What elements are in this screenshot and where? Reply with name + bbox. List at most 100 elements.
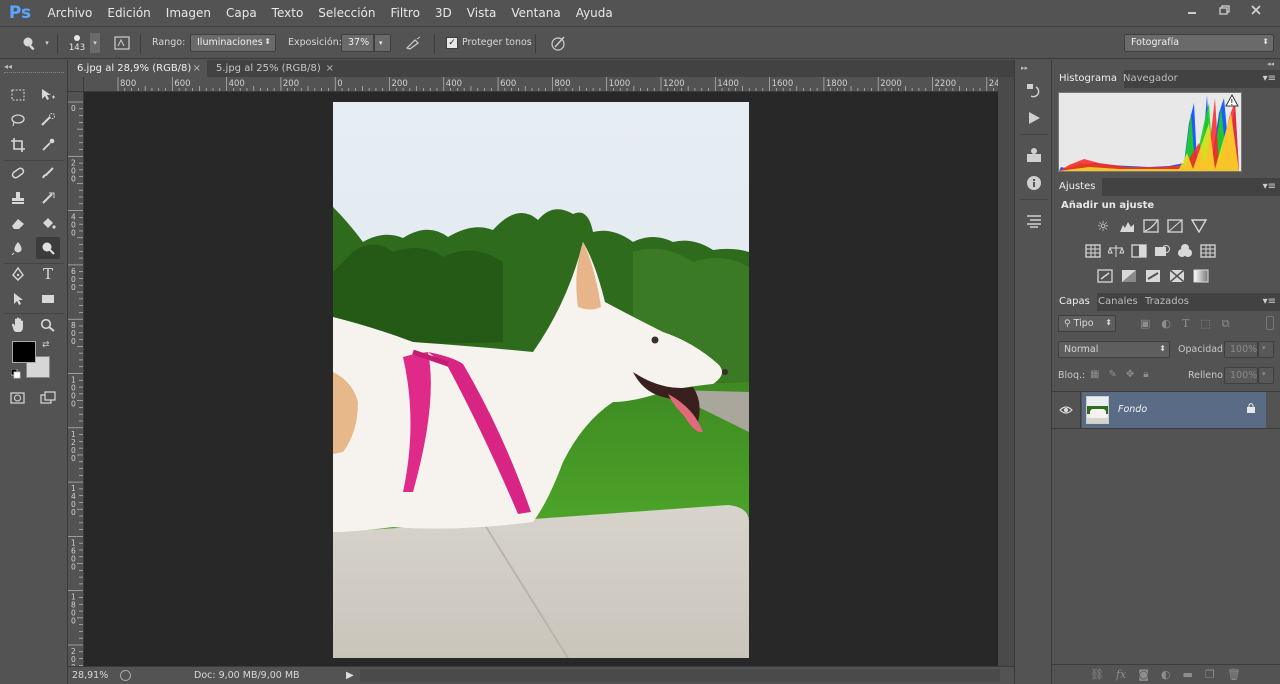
threshold-icon[interactable]	[1145, 269, 1161, 286]
restore-button[interactable]	[1208, 0, 1240, 20]
close-button[interactable]	[1240, 0, 1272, 20]
collapse-panels-icon[interactable]: ◂◂	[1267, 60, 1274, 68]
panel-menu-icon[interactable]: ▾≡	[1263, 181, 1276, 192]
menu-filtro[interactable]: Filtro	[383, 0, 427, 26]
lock-all-icon[interactable]: 🔒︎	[1143, 369, 1148, 380]
lasso-tool-icon[interactable]	[6, 109, 30, 131]
new-adjustment-layer-icon[interactable]: ◐	[1161, 668, 1171, 681]
vertical-scrollbar[interactable]	[998, 77, 1014, 666]
canvas-area[interactable]	[84, 92, 998, 666]
blend-mode-select[interactable]: Normal ⬍	[1058, 341, 1170, 358]
warning-triangle-icon[interactable]: !	[1225, 93, 1239, 107]
lock-transparent-icon[interactable]: ▦	[1090, 369, 1099, 380]
path-selection-tool-icon[interactable]	[6, 288, 30, 310]
curves-icon[interactable]	[1143, 219, 1159, 236]
workspace-select[interactable]: Fotografía ⬍	[1124, 34, 1274, 52]
menu-capa[interactable]: Capa	[218, 0, 264, 26]
brightness-contrast-icon[interactable]: ☼	[1095, 219, 1111, 235]
dodge-tool-icon[interactable]	[36, 237, 60, 259]
photo-filter-icon[interactable]	[1154, 244, 1170, 261]
color-lookup-icon[interactable]	[1200, 244, 1216, 261]
default-colors-icon[interactable]	[10, 368, 21, 382]
black-white-icon[interactable]	[1131, 244, 1147, 261]
blur-tool-icon[interactable]	[6, 237, 30, 259]
hue-saturation-icon[interactable]	[1085, 244, 1101, 261]
crop-tool-icon[interactable]	[6, 134, 30, 156]
delete-layer-icon[interactable]: 🗑︎	[1227, 668, 1241, 681]
gradient-map-icon[interactable]	[1193, 269, 1209, 286]
eraser-tool-icon[interactable]	[6, 212, 30, 234]
fill-slider-toggle[interactable]: ▾	[1258, 367, 1274, 384]
quick-selection-tool-icon[interactable]	[36, 109, 60, 131]
actions-panel-icon[interactable]	[1024, 109, 1044, 127]
levels-icon[interactable]	[1119, 219, 1135, 236]
layer-style-icon[interactable]: fx	[1116, 668, 1126, 681]
channel-mixer-icon[interactable]	[1177, 244, 1193, 261]
brush-dropdown-icon[interactable]: ▾	[90, 33, 100, 53]
tab-ajustes[interactable]: Ajustes	[1052, 178, 1103, 196]
photo-dog-image[interactable]	[333, 102, 749, 658]
add-mask-icon[interactable]: ◙	[1138, 668, 1149, 681]
history-panel-icon[interactable]	[1024, 82, 1044, 100]
menu-ayuda[interactable]: Ayuda	[568, 0, 620, 26]
filter-smart-object-icon[interactable]: ⧉	[1222, 317, 1230, 331]
tab-canales[interactable]: Canales	[1091, 293, 1145, 311]
menu-seleccion[interactable]: Selección	[311, 0, 383, 26]
eye-icon[interactable]	[1052, 392, 1081, 428]
color-balance-icon[interactable]	[1107, 244, 1125, 261]
brush-size-picker[interactable]: 143	[64, 31, 90, 57]
filter-pixel-icon[interactable]: ▣	[1140, 317, 1150, 331]
brush-tool-icon[interactable]	[36, 162, 60, 184]
hand-tool-icon[interactable]	[6, 314, 30, 336]
filter-adjustment-icon[interactable]: ◐	[1161, 317, 1171, 331]
quick-mask-icon[interactable]	[6, 387, 30, 409]
selective-color-icon[interactable]	[1169, 269, 1185, 286]
range-select[interactable]: Iluminaciones ⬍	[190, 34, 276, 52]
panel-menu-icon[interactable]: ▾≡	[1263, 73, 1276, 84]
export-icon[interactable]	[120, 670, 131, 681]
brush-panel-icon[interactable]	[113, 35, 131, 51]
swap-colors-icon[interactable]: ⇄	[42, 340, 50, 350]
menu-ventana[interactable]: Ventana	[504, 0, 568, 26]
pen-tool-icon[interactable]	[6, 263, 30, 285]
menu-imagen[interactable]: Imagen	[158, 0, 218, 26]
properties-panel-icon[interactable]	[1024, 146, 1044, 164]
paragraph-panel-icon[interactable]	[1024, 212, 1044, 230]
zoom-tool-icon[interactable]	[36, 314, 60, 336]
close-tab-icon[interactable]: ×	[193, 60, 201, 77]
ruler-corner[interactable]	[68, 77, 84, 92]
tab-6-jpg[interactable]: 6.jpg al 28,9% (RGB/8) ×	[68, 60, 207, 77]
new-group-icon[interactable]: ▬	[1183, 668, 1193, 681]
history-brush-tool-icon[interactable]	[36, 187, 60, 209]
close-tab-icon[interactable]: ×	[326, 60, 334, 77]
opacity-slider-toggle[interactable]: ▾	[1258, 341, 1274, 358]
vertical-ruler[interactable]: 0200400600800100012001400160018002000	[68, 92, 84, 666]
airbrush-icon[interactable]	[404, 35, 424, 51]
fill-input[interactable]: 100%	[1224, 367, 1258, 384]
layer-filter-select[interactable]: ⚲ Tipo ⬍	[1058, 315, 1116, 332]
rectangle-tool-icon[interactable]	[36, 288, 60, 310]
move-tool-icon[interactable]	[36, 84, 60, 106]
menu-vista[interactable]: Vista	[459, 0, 504, 26]
collapse-toolbox-icon[interactable]: ◂◂	[4, 62, 12, 71]
menu-archivo[interactable]: Archivo	[40, 0, 100, 26]
eyedropper-tool-icon[interactable]	[36, 134, 60, 156]
tab-navegador[interactable]: Navegador	[1116, 70, 1185, 88]
pressure-size-icon[interactable]	[547, 34, 569, 52]
preset-dropdown-icon[interactable]: ▾	[42, 38, 52, 48]
panel-menu-icon[interactable]: ▾≡	[1263, 296, 1276, 307]
zoom-level[interactable]: 28,91%	[72, 670, 108, 681]
dodge-tool-preset-icon[interactable]	[20, 35, 40, 51]
expand-panels-icon[interactable]: ▸▸	[1021, 64, 1028, 72]
layer-name[interactable]: Fondo	[1118, 404, 1147, 415]
info-panel-icon[interactable]	[1024, 174, 1044, 192]
link-layers-icon[interactable]: ⛓	[1090, 668, 1104, 681]
filter-type-icon[interactable]: T	[1182, 317, 1189, 331]
horizontal-ruler[interactable]: 800 600 400 200 0 200 400 600 800 1000 1200 1400 160…	[84, 77, 998, 92]
marquee-tool-icon[interactable]	[6, 84, 30, 106]
invert-icon[interactable]	[1097, 269, 1113, 286]
lock-pixels-icon[interactable]: ✎	[1108, 369, 1116, 380]
new-layer-icon[interactable]: ❐	[1205, 668, 1215, 681]
layer-row[interactable]: Fondo	[1052, 391, 1280, 429]
exposure-slider-toggle[interactable]: ▾	[374, 34, 391, 52]
